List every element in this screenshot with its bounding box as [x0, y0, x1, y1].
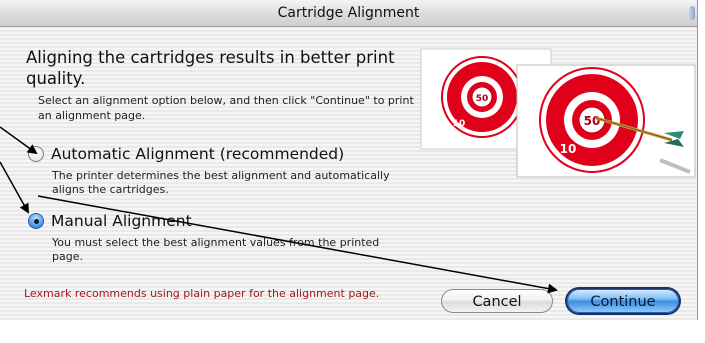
back-target-outer-score: 10	[453, 119, 466, 129]
front-target-inner-score: 50	[584, 114, 601, 128]
front-target-outer-score: 10	[560, 142, 577, 156]
dialog-window: Cartridge Alignment Aligning the cartrid…	[0, 0, 698, 320]
alignment-illustration: 50 10 50 10	[420, 48, 696, 178]
back-target-inner-score: 50	[476, 94, 489, 104]
